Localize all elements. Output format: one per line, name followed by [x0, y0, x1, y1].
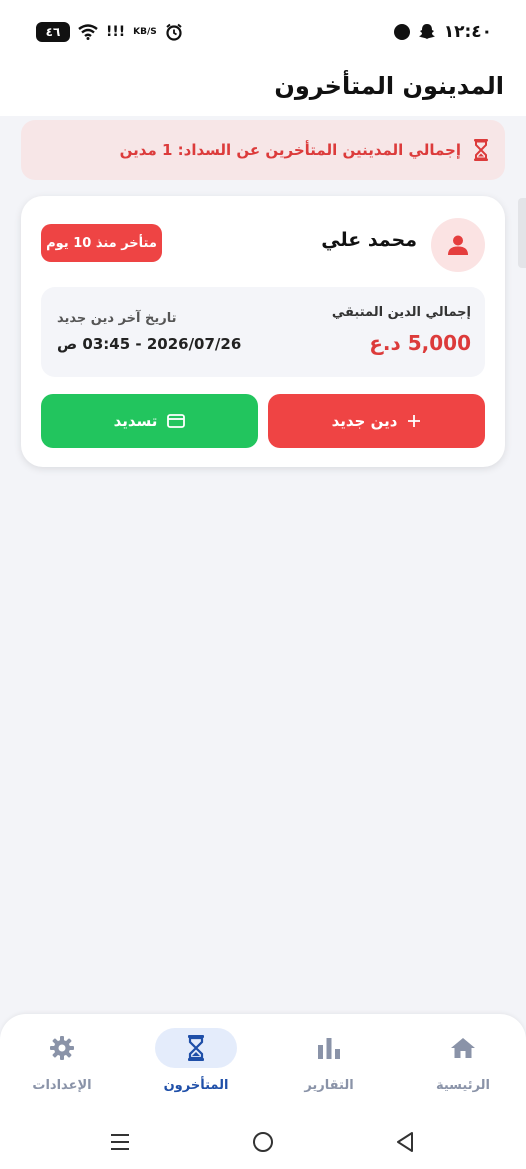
debt-info-box: إجمالي الدين المتبقي 5,000 د.ع تاريخ آخر…	[41, 287, 485, 377]
circle-home-icon	[253, 1132, 273, 1152]
battery-icon: ٤٦	[36, 22, 70, 42]
signal-icon: !!!	[106, 24, 126, 40]
nav-icon-container	[288, 1028, 370, 1068]
debtor-card[interactable]: محمد علي متأخر منذ 10 يوم إجمالي الدين ا…	[21, 196, 505, 467]
status-right: ١٢:٤٠	[393, 22, 492, 42]
status-left: ٤٦ !!! KB/S	[36, 22, 183, 42]
new-debt-button-label: دين جديد	[331, 412, 398, 430]
plus-icon	[408, 415, 421, 427]
nav-icon-container	[21, 1028, 103, 1068]
nav-icon-container	[422, 1028, 504, 1068]
home-button[interactable]	[251, 1130, 275, 1154]
home-icon	[451, 1038, 475, 1058]
wifi-icon	[78, 24, 98, 40]
network-speed: KB/S	[133, 26, 157, 37]
recent-apps-button[interactable]	[108, 1130, 132, 1154]
nav-item-overdue[interactable]: المتأخرون	[141, 1014, 251, 1114]
pay-button[interactable]: تسديد	[41, 394, 258, 448]
credit-card-icon	[167, 414, 186, 428]
nav-label-overdue: المتأخرون	[163, 1078, 229, 1093]
back-icon	[397, 1132, 413, 1152]
remaining-debt-label: إجمالي الدين المتبقي	[331, 305, 471, 320]
nav-label-reports: التقارير	[304, 1078, 354, 1093]
gear-icon	[50, 1036, 74, 1060]
debtor-name: محمد علي	[321, 229, 417, 251]
bar-chart-icon	[318, 1038, 340, 1059]
last-debt-date-label: تاريخ آخر دين جديد	[57, 311, 177, 326]
back-button[interactable]	[393, 1130, 417, 1154]
alarm-icon	[166, 23, 182, 41]
hourglass-icon	[188, 1035, 204, 1061]
overdue-summary-text: إجمالي المدينين المتأخرين عن السداد: 1 م…	[119, 141, 461, 159]
hourglass-icon	[474, 139, 488, 161]
nav-item-home[interactable]: الرئيسية	[408, 1014, 518, 1114]
bottom-nav: الرئيسية التقارير المتأخرون الإعدادات	[0, 1014, 526, 1114]
page-title: المدينون المتأخرون	[274, 72, 504, 100]
nav-item-reports[interactable]: التقارير	[274, 1014, 384, 1114]
nav-label-settings: الإعدادات	[32, 1078, 92, 1093]
pay-button-label: تسديد	[113, 412, 158, 430]
status-bar: ٤٦ !!! KB/S ١٢:٤٠	[0, 0, 526, 66]
nav-label-home: الرئيسية	[435, 1078, 491, 1093]
nav-icon-container	[155, 1028, 237, 1068]
overdue-badge: متأخر منذ 10 يوم	[41, 224, 162, 262]
overdue-summary-banner: إجمالي المدينين المتأخرين عن السداد: 1 م…	[21, 120, 505, 180]
remaining-debt-amount: 5,000 د.ع	[369, 331, 471, 355]
menu-icon	[111, 1134, 129, 1150]
clock: ١٢:٤٠	[443, 22, 492, 42]
user-icon	[448, 235, 468, 255]
nav-item-settings[interactable]: الإعدادات	[7, 1014, 117, 1114]
new-debt-button[interactable]: دين جديد	[268, 394, 485, 448]
edge-handle[interactable]	[518, 198, 526, 268]
avatar	[431, 218, 485, 272]
system-nav-bar	[0, 1114, 526, 1169]
snapchat-icon	[418, 24, 435, 39]
facebook-icon	[393, 24, 410, 40]
last-debt-date: 2026/07/26 - 03:45 ص	[57, 335, 242, 353]
